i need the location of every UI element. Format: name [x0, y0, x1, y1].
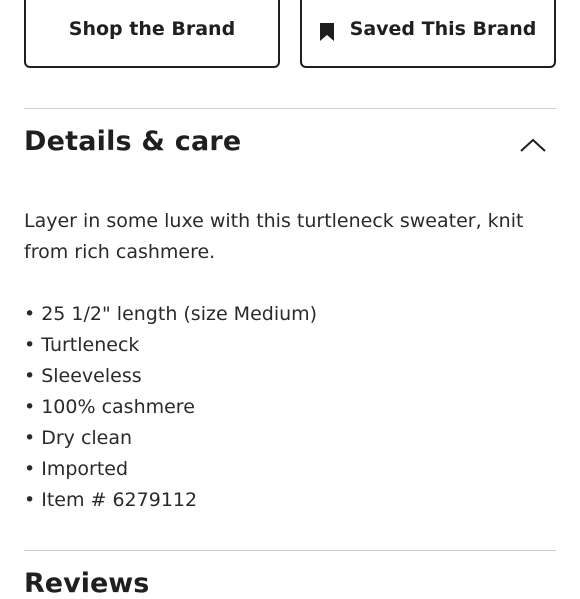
bookmark-icon — [319, 23, 334, 41]
saved-this-brand-label: Saved This Brand — [349, 18, 537, 40]
feature-item: • Item # 6279112 — [24, 485, 317, 516]
chevron-up-icon[interactable] — [518, 136, 548, 154]
feature-text: Turtleneck — [41, 334, 140, 356]
feature-text: Item # 6279112 — [41, 489, 198, 511]
feature-list: • 25 1/2" length (size Medium) • Turtleneck… — [24, 299, 317, 516]
feature-item: • 25 1/2" length (size Medium) — [24, 299, 317, 330]
feature-text: Dry clean — [41, 427, 133, 449]
feature-text: Sleeveless — [41, 365, 142, 387]
bullet: • — [24, 303, 36, 325]
feature-text: 25 1/2" length (size Medium) — [41, 303, 318, 325]
feature-text: Imported — [41, 458, 129, 480]
reviews-heading[interactable]: Reviews — [24, 568, 149, 599]
feature-item: • Dry clean — [24, 423, 317, 454]
saved-this-brand-button[interactable]: Saved This Brand — [300, 0, 556, 68]
product-description: Layer in some luxe with this turtleneck … — [24, 210, 524, 263]
feature-text: 100% cashmere — [41, 396, 195, 418]
bullet: • — [24, 396, 36, 418]
feature-item: • Imported — [24, 454, 317, 485]
details-care-heading[interactable]: Details & care — [24, 126, 241, 157]
bullet: • — [24, 489, 36, 511]
shop-the-brand-button[interactable]: Shop the Brand — [24, 0, 280, 68]
section-divider-bottom — [24, 550, 556, 551]
bullet: • — [24, 365, 36, 387]
bullet: • — [24, 334, 36, 356]
feature-item: • Turtleneck — [24, 330, 317, 361]
feature-item: • Sleeveless — [24, 361, 317, 392]
feature-item: • 100% cashmere — [24, 392, 317, 423]
shop-the-brand-label: Shop the Brand — [68, 18, 236, 40]
bullet: • — [24, 458, 36, 480]
bullet: • — [24, 427, 36, 449]
section-divider-top — [24, 108, 556, 109]
brand-actions: Shop the Brand Saved This Brand — [24, 0, 556, 72]
